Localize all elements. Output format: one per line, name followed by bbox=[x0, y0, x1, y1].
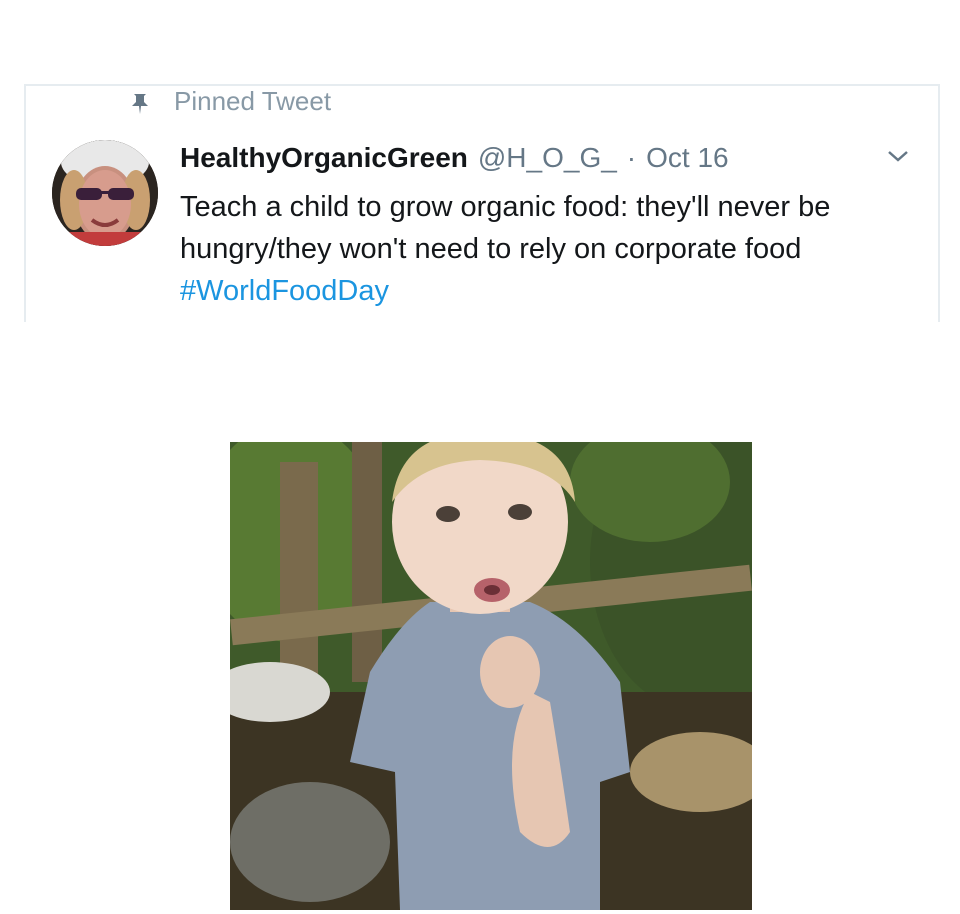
hashtag-link[interactable]: #WorldFoodDay bbox=[180, 275, 389, 307]
avatar[interactable] bbox=[52, 140, 158, 246]
separator-dot: · bbox=[626, 142, 637, 173]
display-name[interactable]: HealthyOrganicGreen bbox=[180, 142, 468, 174]
tweet-timestamp[interactable]: Oct 16 bbox=[646, 142, 728, 174]
tweet-header: HealthyOrganicGreen @H_O_G_ · Oct 16 bbox=[180, 142, 729, 174]
tweet-text: Teach a child to grow organic food: they… bbox=[180, 186, 910, 312]
user-handle[interactable]: @H_O_G_ bbox=[478, 142, 617, 174]
tweet-body: Teach a child to grow organic food: they… bbox=[180, 191, 831, 265]
pinned-tweet-row: Pinned Tweet bbox=[130, 86, 331, 116]
child-in-garden-photo[interactable] bbox=[230, 442, 752, 910]
pin-icon bbox=[130, 90, 150, 114]
chevron-down-icon[interactable] bbox=[886, 148, 910, 164]
tweet-card[interactable]: Pinned Tweet HealthyOrganicGreen @H_O_G_… bbox=[24, 84, 940, 322]
pinned-label: Pinned Tweet bbox=[174, 85, 332, 116]
